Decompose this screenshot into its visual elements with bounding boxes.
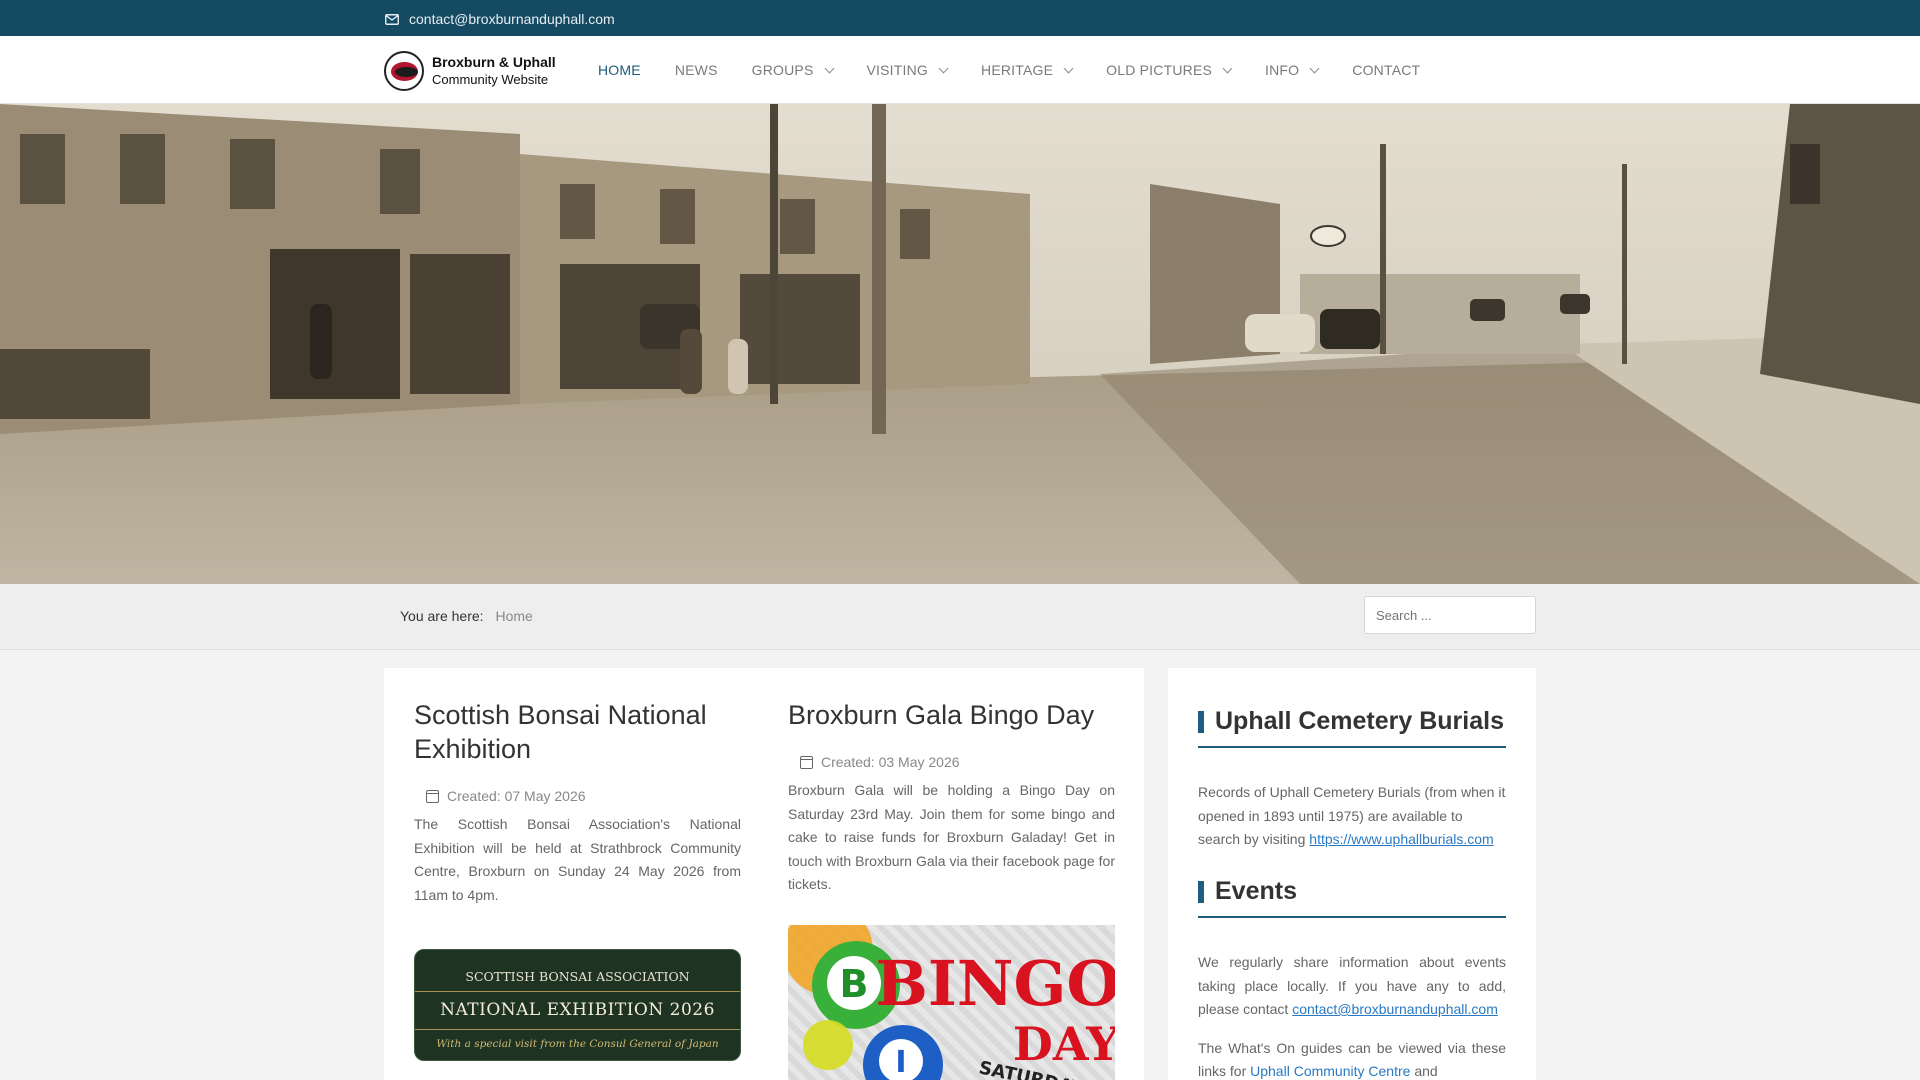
logo-text: Broxburn & Uphall Community Website <box>432 54 556 88</box>
site-header: Broxburn & Uphall Community Website HOME… <box>0 36 1920 104</box>
top-bar: contact@broxburnanduphall.com <box>0 0 1920 36</box>
hero-banner-image <box>0 104 1920 584</box>
module-events: Events We regularly share information ab… <box>1198 876 1506 1080</box>
chevron-down-icon <box>824 63 834 73</box>
bingo-artwork: B I BINGO DAY SATURDAY 2 <box>788 924 1115 1080</box>
nav-visiting[interactable]: VISITING <box>866 62 949 78</box>
bingo-title: BINGO <box>875 947 1115 1020</box>
cemetery-link[interactable]: https://www.uphallburials.com <box>1309 831 1493 847</box>
module-cemetery: Uphall Cemetery Burials Records of Uphal… <box>1198 706 1506 852</box>
nav-visiting-label: VISITING <box>866 62 929 78</box>
article-body: Broxburn Gala will be holding a Bingo Da… <box>788 782 1115 892</box>
nav-home-label: HOME <box>598 62 641 78</box>
logo-emblem-icon <box>384 51 424 91</box>
article-created-date: Created: 07 May 2026 <box>447 788 586 804</box>
site-logo[interactable]: Broxburn & Uphall Community Website <box>384 51 556 91</box>
envelope-icon <box>385 13 399 25</box>
calendar-icon <box>800 755 813 769</box>
poster-org: SCOTTISH BONSAI ASSOCIATION <box>465 969 690 984</box>
poster-rule <box>415 1029 740 1030</box>
breadcrumb-label: You are here: <box>400 608 484 624</box>
nav-old-pictures-label: OLD PICTURES <box>1106 62 1213 78</box>
events-guides-and: and <box>1414 1063 1438 1079</box>
module-title: Uphall Cemetery Burials <box>1198 706 1506 748</box>
nav-home[interactable]: HOME <box>598 62 641 78</box>
uphall-cc-link[interactable]: Uphall Community Centre <box>1250 1063 1410 1079</box>
nav-contact-label: CONTACT <box>1352 62 1421 78</box>
calendar-icon <box>426 789 439 803</box>
article-created: Created: 07 May 2026 <box>426 788 741 804</box>
nav-news[interactable]: NEWS <box>675 62 718 78</box>
module-body: The What's On guides can be viewed via t… <box>1198 1037 1506 1080</box>
article-body: The Scottish Bonsai Association's Nation… <box>414 816 741 903</box>
bingo-subtitle: DAY <box>1013 1017 1115 1071</box>
chevron-down-icon <box>1063 63 1074 73</box>
article-created-date: Created: 03 May 2026 <box>821 754 960 770</box>
nav-heritage-label: HERITAGE <box>981 62 1054 78</box>
bingo-poster-image: B I BINGO DAY SATURDAY 2 <box>788 924 1115 1080</box>
article-bingo: Broxburn Gala Bingo Day Created: 03 May … <box>788 698 1115 1080</box>
top-contact[interactable]: contact@broxburnanduphall.com <box>385 11 615 27</box>
breadcrumb: You are here: Home <box>400 608 533 624</box>
nav-heritage[interactable]: HERITAGE <box>981 62 1074 78</box>
article-bonsai: Scottish Bonsai National Exhibition Crea… <box>414 698 741 1061</box>
poster-subtitle: With a special visit from the Consul Gen… <box>436 1038 719 1050</box>
nav-news-label: NEWS <box>674 62 718 78</box>
sidebar: Uphall Cemetery Burials Records of Uphal… <box>1168 668 1536 1080</box>
nav-groups-label: GROUPS <box>751 62 814 78</box>
article-title[interactable]: Broxburn Gala Bingo Day <box>788 698 1115 732</box>
nav-old-pictures[interactable]: OLD PICTURES <box>1106 62 1233 78</box>
poster-title: NATIONAL EXHIBITION 2026 <box>440 1000 715 1020</box>
bingo-ball-b: B <box>840 962 869 1006</box>
nav-info[interactable]: INFO <box>1265 62 1320 78</box>
poster-rule <box>415 991 740 992</box>
nav-contact[interactable]: CONTACT <box>1352 62 1420 78</box>
article-title[interactable]: Scottish Bonsai National Exhibition <box>414 698 741 766</box>
main-content: Scottish Bonsai National Exhibition Crea… <box>384 668 1144 1080</box>
bonsai-poster-image: SCOTTISH BONSAI ASSOCIATION NATIONAL EXH… <box>414 949 741 1061</box>
article-created: Created: 03 May 2026 <box>800 754 1115 770</box>
search-input[interactable] <box>1364 596 1536 634</box>
bingo-ball-i: I <box>895 1045 906 1080</box>
chevron-down-icon <box>1222 63 1233 73</box>
module-title: Events <box>1198 876 1506 918</box>
main-nav: HOME NEWS GROUPS VISITING HERITAGE OLD P… <box>598 36 1454 104</box>
breadcrumb-bar: You are here: Home <box>0 584 1920 650</box>
hero-street-photo <box>0 104 1920 584</box>
nav-info-label: INFO <box>1265 62 1300 78</box>
nav-groups[interactable]: GROUPS <box>751 62 834 78</box>
module-body: We regularly share information about eve… <box>1198 951 1506 1022</box>
brand-name: Broxburn & Uphall <box>432 54 556 70</box>
brand-tagline: Community Website <box>432 72 549 87</box>
chevron-down-icon <box>1309 63 1320 73</box>
module-body: Records of Uphall Cemetery Burials (from… <box>1198 781 1506 852</box>
top-email[interactable]: contact@broxburnanduphall.com <box>409 11 615 27</box>
events-contact-link[interactable]: contact@broxburnanduphall.com <box>1292 1001 1498 1017</box>
breadcrumb-home: Home <box>495 608 533 624</box>
chevron-down-icon <box>938 63 949 73</box>
